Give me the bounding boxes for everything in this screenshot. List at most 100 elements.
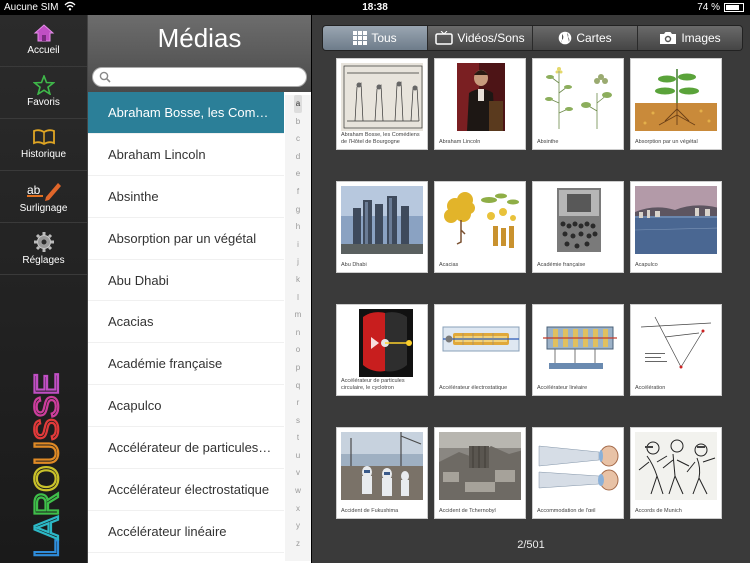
media-thumbnail[interactable]: Abu Dhabi [336, 181, 428, 273]
list-item[interactable]: Abu Dhabi [88, 260, 284, 302]
list-item[interactable]: Acacias [88, 301, 284, 344]
media-thumbnail[interactable]: Accélérateur linéaire [532, 304, 624, 396]
page-title: Médias [157, 23, 242, 53]
index-letter[interactable]: t [297, 429, 299, 447]
list-item[interactable]: Acapulco [88, 385, 284, 428]
media-thumbnail[interactable]: Acacias [434, 181, 526, 273]
tab-videos-sons[interactable]: Vidéos/Sons [428, 26, 533, 50]
thumbnail-caption: Abraham Lincoln [439, 139, 481, 145]
media-thumbnail[interactable]: Absorption par un végétal [630, 58, 722, 150]
media-filter-tabs: Tous Vidéos/Sons Cartes Images [322, 25, 743, 51]
index-letter[interactable]: g [296, 201, 300, 219]
thumbnail-caption: Acapulco [635, 262, 658, 268]
thumbnail-image [341, 309, 423, 377]
index-letter[interactable]: z [296, 535, 300, 553]
index-letter[interactable]: f [297, 183, 299, 201]
index-letter[interactable]: q [296, 377, 300, 395]
media-grid-panel: Tous Vidéos/Sons Cartes Images Abraham B… [312, 15, 750, 563]
index-letter[interactable]: i [297, 236, 299, 254]
index-letter[interactable]: d [296, 148, 300, 166]
battery-indicator: 74 % [697, 2, 744, 13]
thumbnail-image [537, 432, 619, 500]
thumbnail-caption: Accident de Fukushima [341, 508, 399, 514]
thumbnail-image [439, 432, 521, 500]
main-navigation: Accueil Favoris Historique ab Surlignage… [0, 15, 88, 563]
nav-label: Favoris [27, 97, 60, 108]
media-thumbnail[interactable]: Accélérateur de particules circulaire, l… [336, 304, 428, 396]
nav-label: Réglages [22, 255, 65, 266]
page-indicator: 2/501 [517, 539, 545, 551]
thumbnail-caption: Accélération [635, 385, 666, 391]
thumbnail-image [537, 186, 619, 254]
thumbnail-image [635, 63, 717, 131]
media-thumbnail[interactable]: Accélérateur électrostatique [434, 304, 526, 396]
book-icon [32, 129, 55, 146]
status-bar: Aucune SIM 18:38 74 % [0, 0, 750, 15]
media-thumbnail[interactable]: Accords de Munich [630, 427, 722, 519]
search-icon [99, 71, 111, 83]
index-letter[interactable]: l [297, 289, 299, 307]
index-letter[interactable]: m [295, 306, 302, 324]
nav-historique[interactable]: Historique [0, 119, 87, 171]
index-letter[interactable]: c [296, 130, 300, 148]
svg-text:ab: ab [27, 183, 41, 197]
tab-tous[interactable]: Tous [323, 26, 428, 50]
clock: 18:38 [362, 2, 388, 13]
media-thumbnail[interactable]: Accident de Fukushima [336, 427, 428, 519]
list-item[interactable]: Abraham Bosse, les Com… [88, 92, 284, 134]
index-letter[interactable]: n [296, 324, 300, 342]
list-item[interactable]: Académie française [88, 343, 284, 386]
list-item[interactable]: Absorption par un végétal [88, 218, 284, 260]
thumbnail-image [537, 309, 619, 377]
index-letter[interactable]: b [296, 113, 300, 131]
alphabet-index[interactable]: a b c d e f g h i j k l m n o p q r s t … [285, 95, 311, 561]
tab-label: Cartes [576, 31, 612, 45]
index-letter[interactable]: a [293, 95, 303, 113]
highlighter-icon: ab [26, 183, 61, 201]
index-letter[interactable]: y [296, 517, 300, 535]
thumbnail-caption: Accélérateur linéaire [537, 385, 588, 391]
battery-icon [724, 3, 744, 12]
index-letter[interactable]: v [296, 464, 300, 482]
nav-accueil[interactable]: Accueil [0, 15, 87, 67]
nav-label: Accueil [27, 45, 60, 56]
media-thumbnail[interactable]: Académie française [532, 181, 624, 273]
index-letter[interactable]: s [296, 412, 300, 430]
star-icon [32, 75, 55, 95]
media-thumbnail[interactable]: Abraham Bosse, les Comédiens de l'Hôtel … [336, 58, 428, 150]
media-thumbnail[interactable]: Accommodation de l'œil [532, 427, 624, 519]
battery-percent: 74 % [697, 2, 720, 13]
media-thumbnail[interactable]: Accident de Tchernobyl [434, 427, 526, 519]
thumbnail-image [635, 186, 717, 254]
list-item[interactable]: Accélérateur de particules… [88, 427, 284, 470]
tab-images[interactable]: Images [638, 26, 742, 50]
index-letter[interactable]: w [295, 482, 301, 500]
media-thumbnail[interactable]: Absinthe [532, 58, 624, 150]
index-letter[interactable]: h [296, 218, 300, 236]
list-item[interactable]: Absinthe [88, 176, 284, 218]
index-letter[interactable]: e [296, 165, 300, 183]
thumbnail-caption: Académie française [537, 262, 586, 268]
nav-surlignage[interactable]: ab Surlignage [0, 171, 87, 223]
index-letter[interactable]: o [296, 341, 300, 359]
thumbnail-image [635, 432, 717, 500]
globe-icon [559, 31, 572, 45]
list-item[interactable]: Abraham Lincoln [88, 134, 284, 176]
list-item[interactable]: Accélérateur linéaire [88, 511, 284, 553]
nav-reglages[interactable]: Réglages [0, 223, 87, 275]
index-letter[interactable]: j [297, 253, 299, 271]
gear-icon [33, 232, 54, 252]
nav-favoris[interactable]: Favoris [0, 67, 87, 119]
home-icon [33, 24, 54, 42]
tab-cartes[interactable]: Cartes [533, 26, 638, 50]
media-thumbnail[interactable]: Abraham Lincoln [434, 58, 526, 150]
index-letter[interactable]: p [296, 359, 300, 377]
index-letter[interactable]: r [297, 394, 300, 412]
media-thumbnail[interactable]: Accélération [630, 304, 722, 396]
search-input[interactable] [92, 67, 307, 87]
index-letter[interactable]: k [296, 271, 300, 289]
index-letter[interactable]: x [296, 500, 300, 518]
list-item[interactable]: Accélérateur électrostatique [88, 469, 284, 511]
index-letter[interactable]: u [296, 447, 300, 465]
media-thumbnail[interactable]: Acapulco [630, 181, 722, 273]
